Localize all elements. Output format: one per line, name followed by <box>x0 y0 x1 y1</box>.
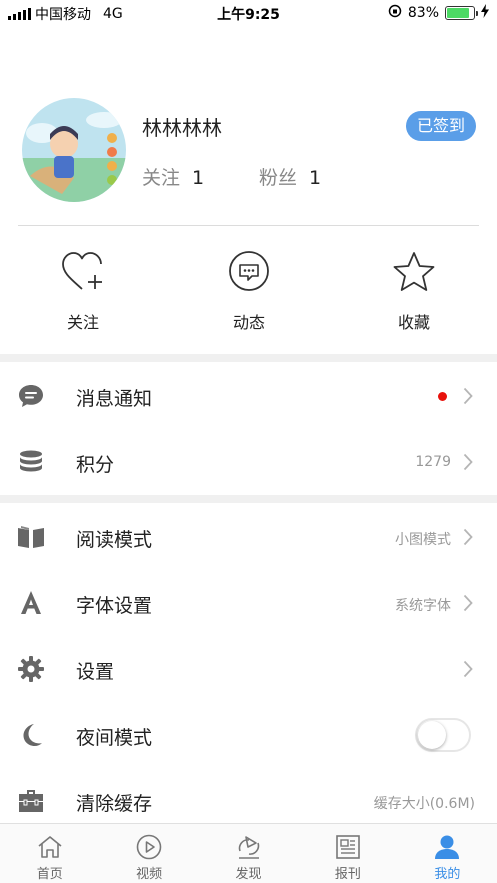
shortcut-follow-label: 关注 <box>66 313 99 332</box>
follow-stat[interactable]: 关注 1 <box>142 163 204 190</box>
night-mode-toggle[interactable] <box>415 718 471 752</box>
play-icon <box>99 833 198 861</box>
toggle-knob <box>418 721 446 749</box>
section-gap <box>0 354 497 362</box>
font-icon <box>16 590 46 616</box>
tab-video[interactable]: 视频 <box>99 824 198 883</box>
chevron-right-icon <box>463 660 473 682</box>
unread-dot <box>438 392 447 401</box>
menu-settings[interactable]: 设置 <box>0 636 497 702</box>
tab-bar: 首页 视频 发现 报刊 我的 <box>0 823 497 883</box>
shortcut-favorites[interactable]: 收藏 <box>364 250 464 333</box>
tab-video-label: 视频 <box>136 867 163 882</box>
battery-level <box>447 8 469 18</box>
chevron-right-icon <box>463 594 473 616</box>
username: 林林林林 <box>142 116 222 140</box>
chevron-right-icon <box>463 387 473 409</box>
fans-label: 粉丝 <box>259 167 298 189</box>
orientation-lock-icon <box>388 4 402 22</box>
fans-count: 1 <box>309 167 322 189</box>
chevron-right-icon <box>463 528 473 550</box>
tab-mine[interactable]: 我的 <box>398 824 497 883</box>
chat-bubble-icon <box>199 250 299 294</box>
menu-notifications[interactable]: 消息通知 <box>0 363 497 429</box>
shortcut-follow[interactable]: 关注 <box>33 250 133 333</box>
coins-icon <box>16 449 46 475</box>
tab-newspaper[interactable]: 报刊 <box>298 824 397 883</box>
moon-icon <box>16 722 46 748</box>
shortcut-favorites-label: 收藏 <box>397 313 430 332</box>
reading-mode-value: 小图模式 <box>395 532 451 548</box>
menu-font-settings[interactable]: 字体设置 系统字体 <box>0 570 497 636</box>
charging-icon <box>481 4 489 22</box>
discover-icon <box>199 833 298 861</box>
user-icon <box>398 833 497 861</box>
battery-percent: 83% <box>407 5 439 21</box>
menu-font-settings-label: 字体设置 <box>76 595 153 617</box>
battery-icon <box>445 6 478 20</box>
toolbox-icon <box>16 788 46 814</box>
menu-reading-mode[interactable]: 阅读模式 小图模式 <box>0 504 497 570</box>
menu-points-label: 积分 <box>76 454 115 476</box>
menu-notifications-label: 消息通知 <box>76 388 153 410</box>
cache-size-value: 缓存大小(0.6M) <box>373 796 475 812</box>
chevron-right-icon <box>463 453 473 475</box>
fans-stat[interactable]: 粉丝 1 <box>259 163 321 190</box>
message-icon <box>16 383 46 409</box>
menu-reading-mode-label: 阅读模式 <box>76 529 153 551</box>
shortcut-activity-label: 动态 <box>232 313 265 332</box>
signed-in-button[interactable]: 已签到 <box>406 111 476 141</box>
section-gap <box>0 495 497 503</box>
follow-count: 1 <box>192 167 205 189</box>
gear-icon <box>16 656 46 682</box>
menu-points[interactable]: 积分 1279 <box>0 429 497 495</box>
menu-night-mode-label: 夜间模式 <box>76 727 153 749</box>
tab-mine-label: 我的 <box>434 867 461 882</box>
status-bar: 中国移动 4G 上午9:25 83% <box>0 0 497 26</box>
newspaper-icon <box>298 833 397 861</box>
tab-home[interactable]: 首页 <box>0 824 99 883</box>
home-icon <box>0 833 99 861</box>
tab-discover[interactable]: 发现 <box>199 824 298 883</box>
profile-divider <box>18 225 479 226</box>
book-icon <box>16 524 46 550</box>
avatar[interactable] <box>22 98 126 202</box>
tab-newspaper-label: 报刊 <box>334 867 361 882</box>
points-value: 1279 <box>415 454 451 470</box>
star-icon <box>364 250 464 294</box>
menu-clear-cache-label: 清除缓存 <box>76 793 153 815</box>
shortcut-activity[interactable]: 动态 <box>199 250 299 333</box>
follow-label: 关注 <box>142 167 181 189</box>
status-bar-right: 83% <box>388 4 489 22</box>
menu-night-mode: 夜间模式 <box>0 702 497 768</box>
menu-settings-label: 设置 <box>76 661 115 683</box>
font-settings-value: 系统字体 <box>395 598 451 614</box>
heart-plus-icon <box>33 250 133 294</box>
tab-home-label: 首页 <box>36 867 63 882</box>
tab-discover-label: 发现 <box>235 867 262 882</box>
